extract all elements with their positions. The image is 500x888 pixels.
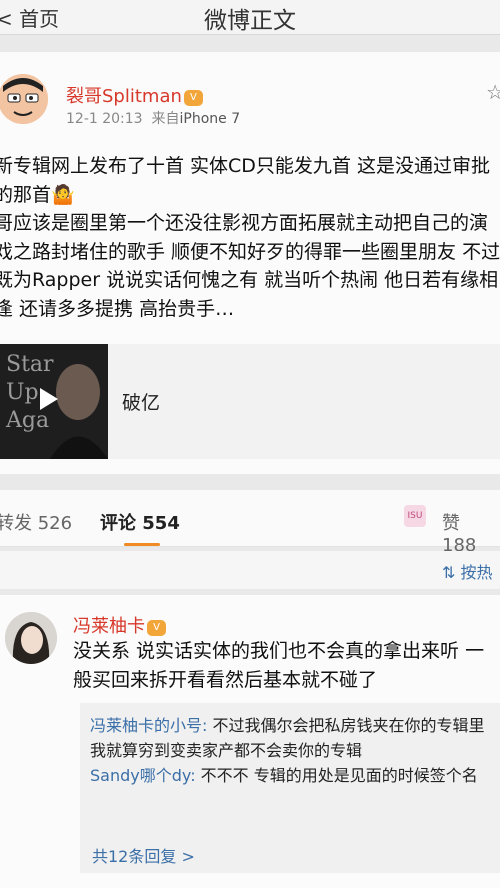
reply-item[interactable]: 冯莱柚卡的小号: 不过我偶尔会把私房钱夹在你的专辑里 我就算穷到变卖家产都不会卖… — [90, 713, 500, 763]
commenter-avatar[interactable] — [5, 612, 57, 664]
cartoon-face-icon — [0, 74, 48, 124]
tab-like[interactable]: 赞 188 — [442, 509, 500, 556]
repost-label: 转发 — [0, 513, 32, 534]
reply-box: 冯莱柚卡的小号: 不过我偶尔会把私房钱夹在你的专辑里 我就算穷到变卖家产都不会卖… — [80, 703, 500, 873]
weibo-post: 裂哥Splitman V 12-1 20:13 来自iPhone 7 ☆ 新专辑网… — [0, 52, 500, 474]
commenter-name[interactable]: 冯莱柚卡 V — [73, 612, 166, 638]
author-name-text: 裂哥Splitman — [66, 86, 182, 107]
portrait-photo-icon — [5, 612, 57, 664]
post-source: iPhone 7 — [179, 111, 241, 127]
sort-button[interactable]: ⇅ 按热 — [442, 559, 493, 583]
post-author-name[interactable]: 裂哥Splitman V — [66, 82, 203, 108]
sort-icon: ⇅ — [442, 563, 456, 582]
interaction-tabs: 转发 526 评论 554 ISU 赞 188 — [0, 490, 500, 556]
like-avatar-icon: ISU — [404, 505, 426, 527]
comment-item: 冯莱柚卡 V 没关系 说实话实体的我们也不会真的拿出来听 一般买回来拆开看看然后基… — [0, 595, 500, 888]
active-tab-indicator — [124, 543, 160, 546]
page-title: 微博正文 — [204, 8, 296, 34]
play-icon[interactable] — [40, 388, 58, 410]
post-body: 新专辑网上发布了十首 实体CD只能发九首 这是没通过审批的那首🤷 哥应该是圈里第… — [0, 152, 500, 323]
post-paragraph-1: 新专辑网上发布了十首 实体CD只能发九首 这是没通过审批的那首🤷 — [0, 155, 490, 206]
media-title: 破亿 — [122, 392, 161, 414]
repost-count: 526 — [37, 513, 73, 534]
top-bar: < 首页 微博正文 — [0, 0, 500, 35]
like-label: 赞 — [442, 513, 460, 534]
user-avatar[interactable] — [0, 74, 48, 124]
reply-item[interactable]: Sandy哪个dy: 不不不 专辑的用处是见面的时候签个名 — [90, 763, 500, 788]
sort-label: 按热 — [460, 563, 493, 582]
source-prefix: 来自 — [151, 111, 180, 127]
comment-label: 评论 — [100, 513, 136, 534]
album-cover: Star Up Aga — [0, 344, 108, 459]
comment-count: 554 — [142, 513, 180, 534]
post-date: 12-1 20:13 — [66, 111, 143, 127]
chevron-down-icon[interactable]: ☆ — [486, 80, 500, 104]
tab-repost[interactable]: 转发 526 — [0, 509, 72, 535]
post-meta: 12-1 20:13 来自iPhone 7 — [66, 108, 240, 128]
comment-text: 没关系 说实话实体的我们也不会真的拿出来听 一般买回来拆开看看然后基本就不碰了 — [73, 640, 485, 691]
post-paragraph-2: 哥应该是圈里第一个还没往影视方面拓展就主动把自己的演戏之路封堵住的歌手 顺便不知… — [0, 212, 500, 320]
reply-author[interactable]: 冯莱柚卡的小号: — [90, 716, 207, 735]
more-replies-link[interactable]: 共12条回复 > — [92, 843, 195, 867]
commenter-name-text: 冯莱柚卡 — [73, 616, 145, 637]
vip-badge-icon: V — [147, 620, 166, 636]
vip-badge-icon: V — [183, 90, 203, 106]
reply-author[interactable]: Sandy哪个dy: — [90, 766, 196, 785]
sort-bar: ⇅ 按热 — [0, 551, 500, 589]
media-card[interactable]: Star Up Aga 破亿 — [0, 344, 500, 459]
tab-comment[interactable]: 评论 554 — [100, 509, 180, 535]
reply-text: 不不不 专辑的用处是见面的时候签个名 — [195, 766, 478, 785]
